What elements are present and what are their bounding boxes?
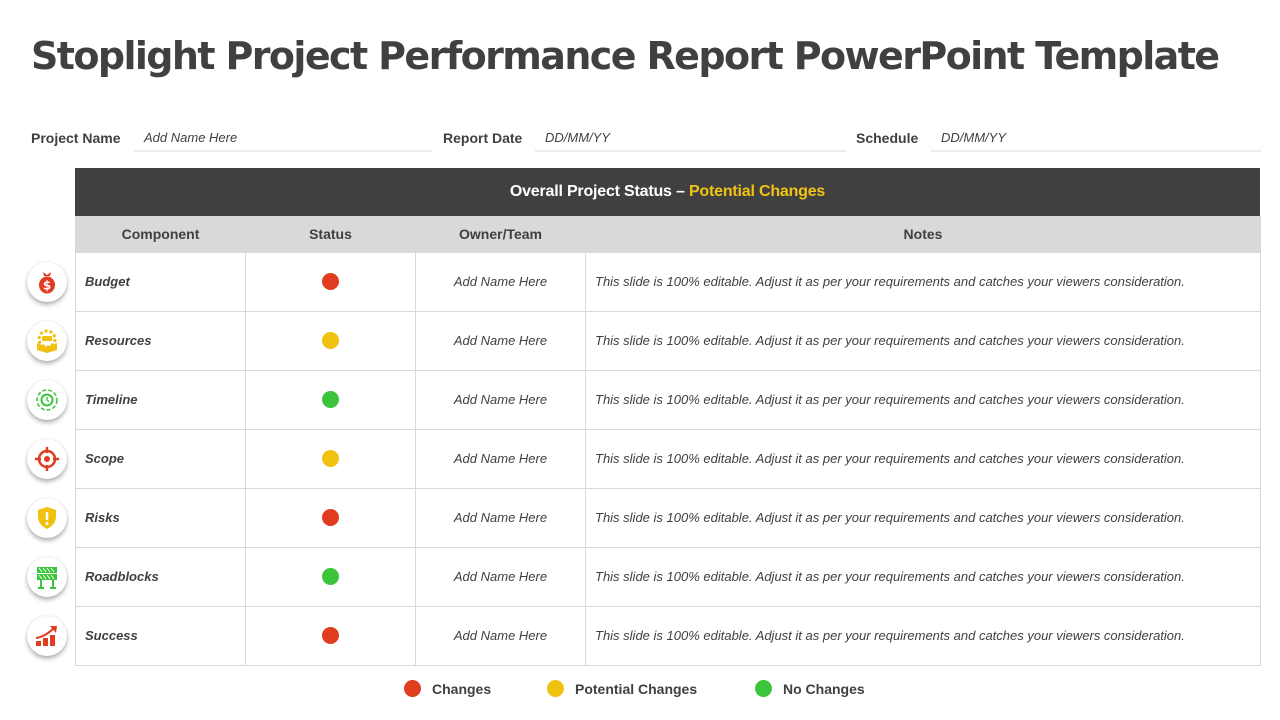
legend-item-no-changes: No Changes <box>755 680 865 697</box>
table-row: Risks Add Name Here This slide is 100% edi… <box>75 487 1261 548</box>
notes-cell[interactable]: This slide is 100% editable. Adjust it a… <box>585 487 1261 548</box>
legend-label: Changes <box>432 680 492 697</box>
notes-cell[interactable]: This slide is 100% editable. Adjust it a… <box>585 546 1261 607</box>
notes-cell[interactable]: This slide is 100% editable. Adjust it a… <box>585 428 1261 489</box>
component-name: Budget <box>75 251 246 312</box>
component-name: Resources <box>75 310 246 371</box>
schedule-label: Schedule <box>856 130 919 146</box>
status-cell <box>245 251 416 312</box>
money-bag-icon: $ <box>27 262 67 302</box>
legend-label: Potential Changes <box>575 680 698 697</box>
owner-team-cell[interactable]: Add Name Here <box>415 487 586 548</box>
status-cell <box>245 487 416 548</box>
notes-cell[interactable]: This slide is 100% editable. Adjust it a… <box>585 251 1261 312</box>
legend-dot-changes <box>404 680 421 697</box>
status-indicator-dot <box>322 509 339 527</box>
slide-title: Stoplight Project Performance Report Pow… <box>31 34 1220 78</box>
project-info-fields: Project Name Add Name Here Report Date D… <box>31 124 1261 154</box>
overall-status-value: Potential Changes <box>688 183 826 200</box>
owner-team-cell[interactable]: Add Name Here <box>415 369 586 430</box>
legend-item-changes: Changes <box>404 680 491 697</box>
table-row: Success Add Name Here This slide is 100% e… <box>75 605 1261 666</box>
status-indicator-dot <box>322 391 339 409</box>
status-cell <box>245 369 416 430</box>
owner-team-cell[interactable]: Add Name Here <box>415 428 586 489</box>
project-name-label: Project Name <box>31 130 121 146</box>
roadblock-barrier-icon <box>27 557 67 597</box>
overall-status-banner: Overall Project Status – Potential Chang… <box>75 168 1260 216</box>
column-header-status: Status <box>245 216 416 252</box>
component-name: Success <box>75 605 246 666</box>
table-header-row: Component Status Owner/Team Notes <box>75 216 1261 252</box>
column-header-owner: Owner/Team <box>415 216 586 252</box>
legend-label: No Changes <box>783 680 865 697</box>
legend-item-potential-changes: Potential Changes <box>547 680 697 697</box>
owner-team-cell[interactable]: Add Name Here <box>415 546 586 607</box>
owner-team-cell[interactable]: Add Name Here <box>415 605 586 666</box>
notes-cell[interactable]: This slide is 100% editable. Adjust it a… <box>585 369 1261 430</box>
status-cell <box>245 605 416 666</box>
status-cell <box>245 546 416 607</box>
growth-chart-icon <box>27 616 67 656</box>
notes-cell[interactable]: This slide is 100% editable. Adjust it a… <box>585 310 1261 371</box>
table-row: Roadblocks Add Name Here This slide is 100… <box>75 546 1261 607</box>
project-name-field[interactable]: Add Name Here <box>134 124 432 152</box>
legend-dot-no-changes <box>755 680 772 697</box>
column-header-component: Component <box>75 216 246 252</box>
report-date-field[interactable]: DD/MM/YY <box>535 124 846 152</box>
status-table: Component Status Owner/Team Notes Budget… <box>75 216 1261 666</box>
report-date-label: Report Date <box>443 130 523 146</box>
status-indicator-dot <box>322 627 339 645</box>
status-cell <box>245 428 416 489</box>
notes-cell[interactable]: This slide is 100% editable. Adjust it a… <box>585 605 1261 666</box>
component-name: Timeline <box>75 369 246 430</box>
table-row: Scope Add Name Here This slide is 100% edi… <box>75 428 1261 489</box>
status-indicator-dot <box>322 450 339 468</box>
table-row: Budget Add Name Here This slide is 100% ed… <box>75 251 1261 312</box>
component-name: Roadblocks <box>75 546 246 607</box>
target-crosshair-icon <box>27 439 67 479</box>
status-indicator-dot <box>322 332 339 350</box>
timeline-clock-icon <box>27 380 67 420</box>
table-row: Resources Add Name Here This slide is 100%… <box>75 310 1261 371</box>
resources-gear-box-icon <box>27 321 67 361</box>
status-indicator-dot <box>322 568 339 586</box>
legend-dot-potential-changes <box>547 680 564 697</box>
status-cell <box>245 310 416 371</box>
owner-team-cell[interactable]: Add Name Here <box>415 310 586 371</box>
svg-text:$: $ <box>43 279 51 293</box>
component-name: Scope <box>75 428 246 489</box>
column-header-notes: Notes <box>585 216 1261 252</box>
table-row: Timeline Add Name Here This slide is 100% … <box>75 369 1261 430</box>
overall-status-prefix: Overall Project Status – <box>509 183 689 200</box>
component-name: Risks <box>75 487 246 548</box>
shield-warning-icon <box>27 498 67 538</box>
schedule-field[interactable]: DD/MM/YY <box>931 124 1261 152</box>
owner-team-cell[interactable]: Add Name Here <box>415 251 586 312</box>
status-indicator-dot <box>322 273 339 291</box>
